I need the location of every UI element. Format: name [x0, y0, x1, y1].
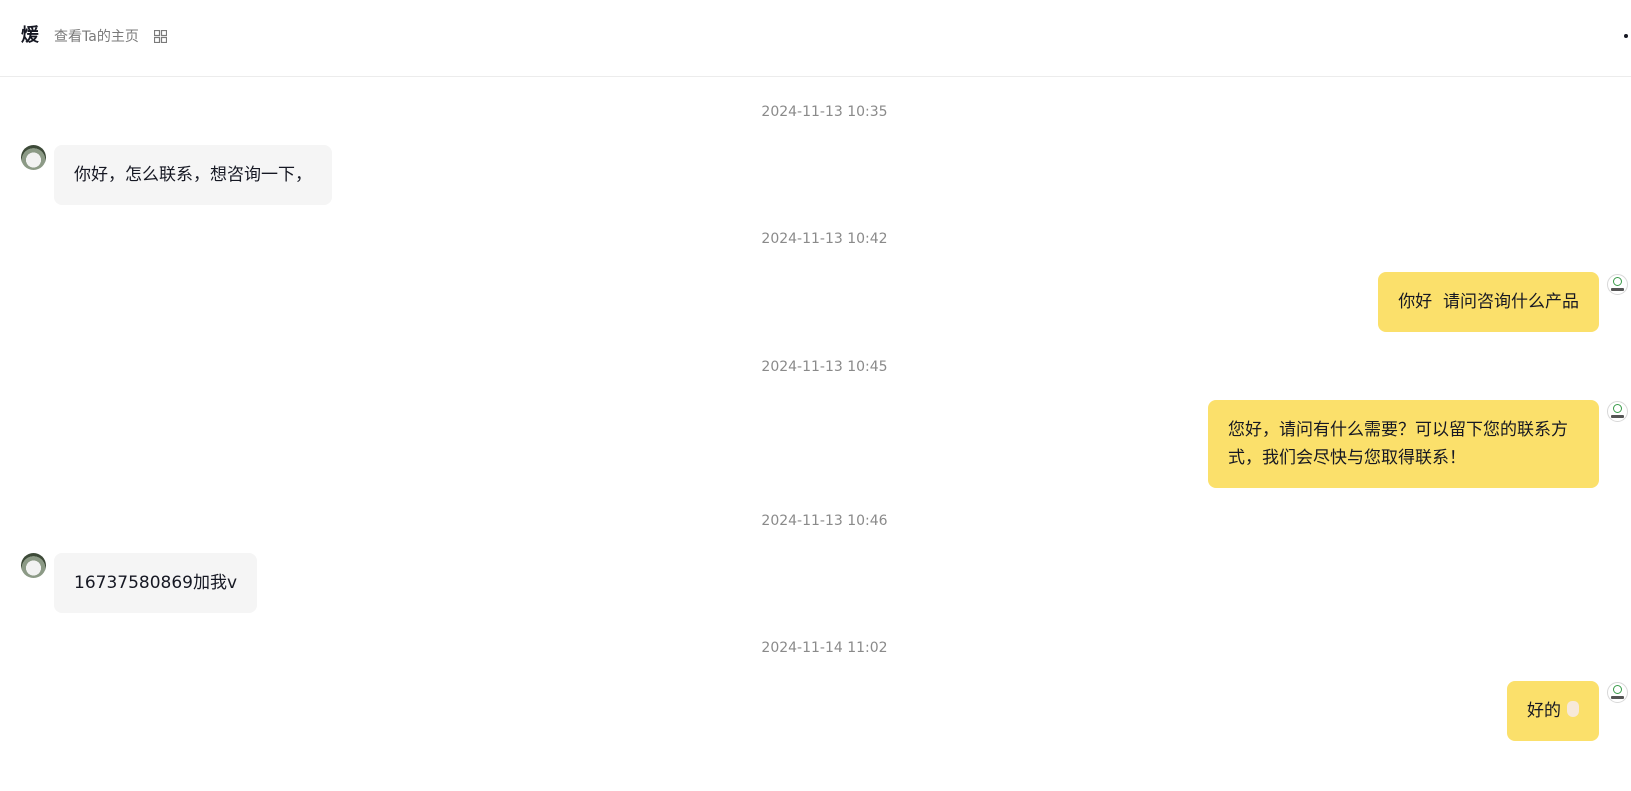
grid-icon[interactable] [154, 30, 167, 43]
outgoing-message-text: 好的 [1527, 701, 1561, 721]
message-list[interactable]: 2024-11-13 10:35 你好，怎么联系，想咨询一下， 2024-11-… [0, 78, 1631, 791]
message-timestamp: 2024-11-13 10:46 [761, 513, 888, 529]
message-timestamp: 2024-11-13 10:45 [761, 359, 888, 375]
incoming-message: 16737580869加我v [54, 553, 258, 613]
logo-icon [1613, 404, 1622, 413]
message-timestamp: 2024-11-13 10:35 [761, 104, 888, 120]
outgoing-message: 好的 [1507, 681, 1599, 741]
outgoing-message: 你好 请问咨询什么产品 [1378, 272, 1599, 332]
hand-emoji-icon [1567, 701, 1579, 717]
view-profile-link[interactable]: 查看Ta的主页 [54, 27, 139, 47]
more-dot-icon[interactable] [1624, 34, 1628, 38]
message-timestamp: 2024-11-14 11:02 [761, 640, 888, 656]
chat-header: 煖 查看Ta的主页 [0, 0, 1631, 77]
own-avatar[interactable] [1607, 401, 1628, 422]
logo-icon [1613, 685, 1622, 694]
incoming-message: 你好，怎么联系，想咨询一下， [54, 145, 332, 205]
contact-avatar[interactable] [21, 145, 46, 170]
logo-text-mark [1611, 288, 1624, 291]
message-timestamp: 2024-11-13 10:42 [761, 231, 888, 247]
logo-icon [1613, 277, 1622, 286]
outgoing-message: 您好，请问有什么需要？可以留下您的联系方式，我们会尽快与您取得联系！ [1208, 400, 1599, 488]
contact-avatar[interactable] [21, 553, 46, 578]
logo-text-mark [1611, 696, 1624, 699]
own-avatar[interactable] [1607, 274, 1628, 295]
contact-name: 煖 [21, 25, 39, 46]
logo-text-mark [1611, 415, 1624, 418]
own-avatar[interactable] [1607, 682, 1628, 703]
